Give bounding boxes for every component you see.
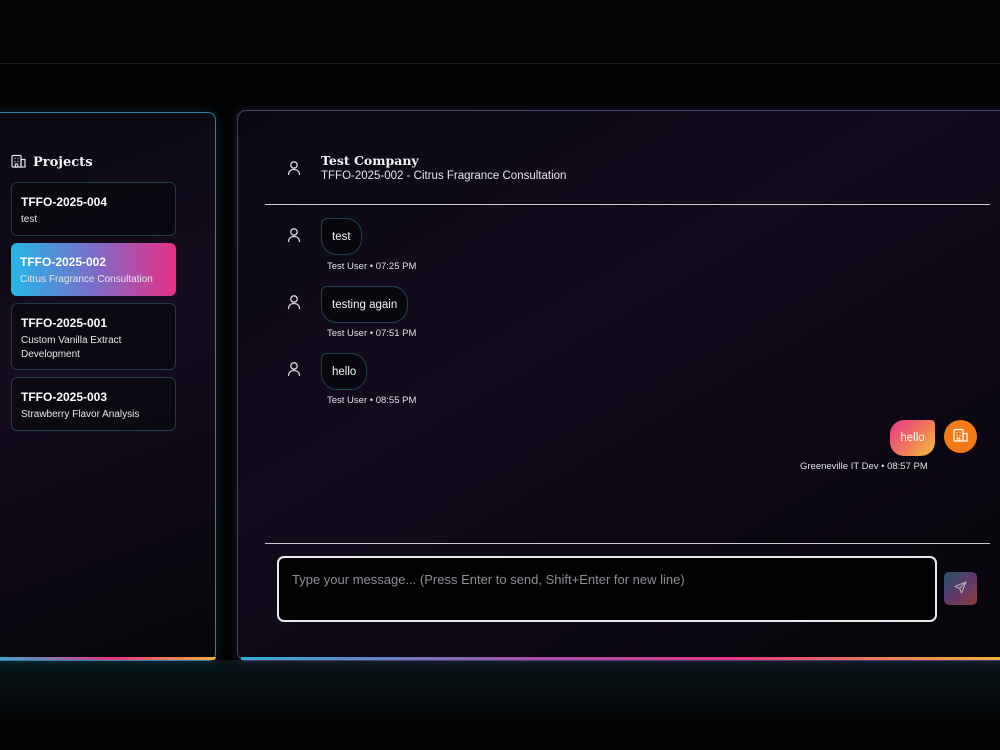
composer-divider [265,543,990,544]
project-name: test [21,214,38,225]
message-meta: Test User • 08:55 PM [327,395,417,406]
projects-header: Projects [11,153,93,171]
user-icon [287,294,301,314]
message-meta: Test User • 07:25 PM [327,261,417,272]
project-code: TFFO-2025-002 [20,255,107,269]
message-bubble: hello [321,353,368,390]
send-icon [954,580,967,597]
chat-project-subtitle: TFFO-2025-002 - Citrus Fragrance Consult… [321,170,567,182]
project-name: Citrus Fragrance Consultation [20,274,153,285]
chat-company-name: Test Company [321,153,419,168]
user-icon [287,160,301,180]
building-icon [11,153,26,172]
message-meta: Test User • 07:51 PM [327,328,417,339]
project-card[interactable]: TFFO-2025-001 Custom Vanilla Extract Dev… [11,303,176,370]
floor-glow [0,660,1000,750]
project-code: TFFO-2025-001 [21,316,108,330]
user-icon [287,361,301,381]
header-divider [265,204,990,205]
project-code: TFFO-2025-003 [21,390,108,404]
message-bubble: testing again [321,286,409,323]
own-avatar [944,420,977,453]
send-button[interactable] [944,572,977,605]
project-card[interactable]: TFFO-2025-004 test [11,182,176,236]
own-message-bubble: hello [890,420,935,456]
project-name: Strawberry Flavor Analysis [21,409,140,420]
top-bar [0,0,1000,64]
user-icon [287,227,301,247]
sidebar-accent-line [0,657,216,660]
project-card[interactable]: TFFO-2025-003 Strawberry Flavor Analysis [11,377,176,431]
project-code: TFFO-2025-004 [21,195,108,209]
project-card-active[interactable]: TFFO-2025-002 Citrus Fragrance Consultat… [11,243,176,296]
building-icon [953,427,968,446]
chat-accent-line [241,657,1000,660]
project-name: Custom Vanilla Extract Development [21,335,122,360]
own-message-meta: Greeneville IT Dev • 08:57 PM [800,461,928,472]
message-input[interactable] [277,556,937,622]
message-bubble: test [321,218,362,255]
projects-title: Projects [33,154,93,170]
